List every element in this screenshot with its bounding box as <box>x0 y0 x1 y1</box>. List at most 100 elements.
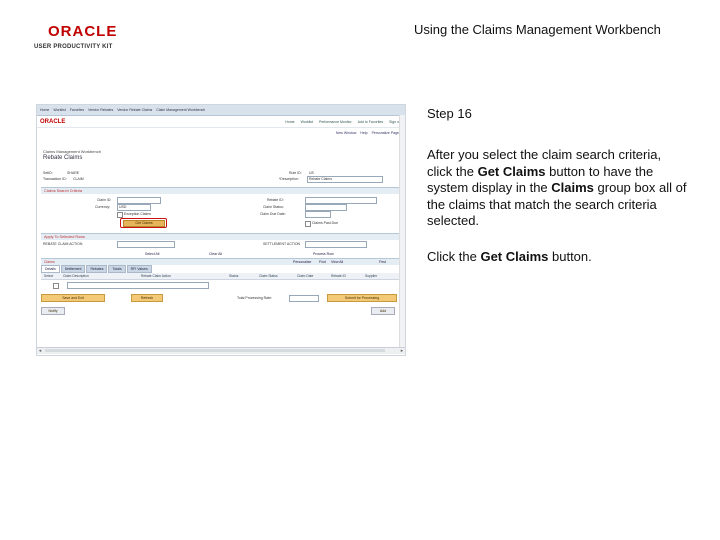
new-window-link[interactable]: New Window <box>336 131 356 135</box>
tab-rebates[interactable]: Rebates <box>86 265 108 273</box>
help-link[interactable]: Help <box>360 131 367 135</box>
personalize-link[interactable]: Personalize <box>293 260 311 264</box>
transaction-id-label: Transaction ID: <box>43 177 67 181</box>
rebate-id-label: Rebate ID: <box>267 198 284 202</box>
logo-brand: ORACLE <box>48 23 118 40</box>
top-link[interactable]: Performance Monitor <box>319 120 352 124</box>
rebate-id-field[interactable] <box>305 197 377 204</box>
menu-item[interactable]: Favorites <box>70 108 84 112</box>
page-title: Rebate Claims <box>43 155 83 161</box>
col-rebate-claim-action: Rebate Claim Action <box>141 274 171 278</box>
vertical-scrollbar[interactable] <box>399 115 405 347</box>
claims-grid-header: Claims Personalize Find View All First <box>41 258 399 265</box>
claims-term: Claims <box>551 180 594 195</box>
process-row-link[interactable]: Process Row <box>313 252 334 256</box>
add-button[interactable]: Add <box>371 307 395 315</box>
claims-past-due-label: Claims Past Due <box>312 221 339 225</box>
tab-rfi-values[interactable]: RFI Values <box>126 265 152 273</box>
top-menu-bar: Home Worklist Favorites Vendor Rebates V… <box>37 105 405 116</box>
instruction-text: Click the <box>427 248 481 264</box>
setid-label: SetID: <box>43 171 53 175</box>
description-field[interactable]: Rebate Claims <box>307 176 383 183</box>
top-link[interactable]: Add to Favorites <box>358 120 383 124</box>
tab-details[interactable]: Details <box>41 265 60 273</box>
row-claim-description-field[interactable] <box>67 282 209 289</box>
col-claim-description: Claim Description <box>63 274 89 278</box>
description-value: Rebate Claims <box>309 177 332 181</box>
top-link[interactable]: Home <box>285 120 294 124</box>
scroll-left-icon[interactable]: ◂ <box>37 348 43 354</box>
description-label: *Description: <box>279 177 299 181</box>
rule-id-value: US <box>309 171 314 175</box>
section-claims-search-criteria[interactable]: Claims Search Criteria <box>41 187 399 194</box>
rule-id-label: Rule ID: <box>289 171 302 175</box>
scrollbar-thumb[interactable] <box>45 349 385 352</box>
col-supplier: Supplier <box>365 274 378 278</box>
top-links: Home Worklist Performance Monitor Add to… <box>285 120 402 124</box>
clear-all-link[interactable]: Clear All <box>209 252 222 256</box>
action-instruction: Click the Get Claims button. <box>427 249 687 265</box>
breadcrumb: Claims Management Workbench <box>43 149 101 154</box>
total-processing-rate-field[interactable] <box>289 295 319 302</box>
claims-past-due-checkbox[interactable] <box>305 221 311 227</box>
tab-totals[interactable]: Totals <box>108 265 126 273</box>
notify-button[interactable]: Notify <box>41 307 65 315</box>
total-processing-rate-label: Total Processing Rate: <box>237 296 273 300</box>
app-brand: ORACLE <box>40 118 66 125</box>
scroll-right-icon[interactable]: ▸ <box>399 348 405 354</box>
get-claims-button[interactable]: Get Claims <box>123 220 165 227</box>
save-and-exit-button[interactable]: Save and Exit <box>41 294 105 302</box>
step-label: Step 16 <box>427 106 472 121</box>
currency-field[interactable]: USD <box>117 204 151 211</box>
exception-claims-label: Exception Claims <box>124 212 152 216</box>
instruction-paragraph: After you select the claim search criter… <box>427 147 687 230</box>
rebate-claim-action-label: REBATE CLAIM ACTION <box>43 242 83 246</box>
menu-item[interactable]: Worklist <box>53 108 65 112</box>
brand-bar: ORACLE Home Worklist Performance Monitor… <box>37 116 405 128</box>
claim-status-field[interactable] <box>305 204 347 211</box>
currency-value: USD <box>119 205 127 209</box>
logo-product: USER PRODUCTIVITY KIT <box>34 44 113 50</box>
col-claim-status: Claim Status <box>259 274 278 278</box>
col-rebate-id: Rebate ID <box>331 274 346 278</box>
horizontal-scrollbar[interactable]: ◂ ▸ <box>37 347 405 354</box>
select-all-link[interactable]: Select All <box>145 252 159 256</box>
get-claims-term: Get Claims <box>480 248 549 264</box>
find-link[interactable]: Find <box>319 260 326 264</box>
claim-due-date-field[interactable] <box>305 211 331 218</box>
menu-item[interactable]: Claim Management Workbench <box>156 108 205 112</box>
top-link[interactable]: Worklist <box>301 120 313 124</box>
submit-for-processing-button[interactable]: Submit for Processing <box>327 294 397 302</box>
get-claims-term: Get Claims <box>477 163 546 179</box>
rebate-claim-action-select[interactable] <box>117 241 175 248</box>
menu-item[interactable]: Vendor Rebate Claims <box>117 108 152 112</box>
transaction-id-value: CLAIM <box>73 177 84 181</box>
claim-due-date-label: Claim Due Date: <box>260 212 286 216</box>
grid-tabs: Details Settlement Rebates Totals RFI Va… <box>41 265 152 273</box>
menu-item[interactable]: Vendor Rebates <box>88 108 113 112</box>
claims-grid-columns: Select Claim Description Rebate Claim Ac… <box>41 273 399 280</box>
personalize-page-link[interactable]: Personalize Page <box>372 131 399 135</box>
first-link[interactable]: First <box>379 260 386 264</box>
claim-id-field[interactable] <box>117 197 161 204</box>
application-screenshot: Home Worklist Favorites Vendor Rebates V… <box>36 104 406 356</box>
claims-grid-title: Claims <box>44 260 55 264</box>
tab-settlement[interactable]: Settlement <box>60 265 86 273</box>
settlement-action-label: SETTLEMENT ACTION <box>263 242 301 246</box>
section-apply-to-selected-rows[interactable]: Apply To Selected Rows <box>41 233 399 240</box>
col-status: Status <box>229 274 239 278</box>
setid-value: SHARE <box>67 171 80 175</box>
claim-status-label: Claim Status: <box>263 205 284 209</box>
document-title: Using the Claims Management Workbench <box>414 22 661 37</box>
instruction-panel: Step 16 After you select the claim searc… <box>427 106 687 265</box>
currency-label: Currency: <box>95 205 111 209</box>
col-claim-date: Claim Date <box>297 274 314 278</box>
settlement-action-select[interactable] <box>305 241 367 248</box>
refresh-button[interactable]: Refresh <box>131 294 163 302</box>
menu-item[interactable]: Home <box>40 108 49 112</box>
row-select-checkbox[interactable] <box>53 283 59 289</box>
view-all-link[interactable]: View All <box>331 260 343 264</box>
page-links-bar: New Window Help Personalize Page <box>37 128 405 137</box>
claim-id-label: Claim ID: <box>97 198 112 202</box>
instruction-text: button. <box>548 248 592 264</box>
